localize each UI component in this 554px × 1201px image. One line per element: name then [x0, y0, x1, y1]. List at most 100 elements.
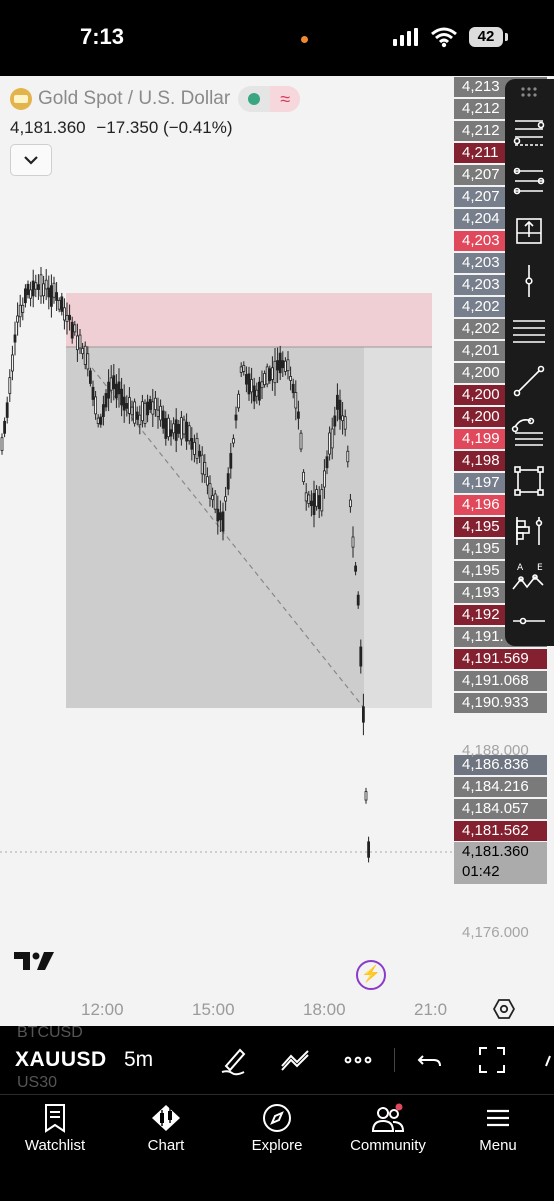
candle-body [21, 304, 25, 313]
candle-body [57, 299, 61, 310]
rectangle-tool[interactable] [509, 461, 549, 501]
tab-explore[interactable]: Explore [227, 1103, 327, 1154]
candle-body [309, 500, 313, 507]
chart-area[interactable]: Gold Spot / U.S. Dollar ≈ 4,181.360 −17.… [0, 76, 554, 1026]
candle-body [312, 493, 316, 515]
candle-body [354, 565, 358, 572]
privacy-indicator-dot [301, 36, 308, 43]
collapse-legend-button[interactable] [10, 144, 52, 176]
candle-body [127, 397, 131, 414]
candle-body [187, 425, 191, 442]
tab-community[interactable]: Community [338, 1103, 438, 1154]
time-label-15: 15:00 [192, 1000, 235, 1019]
symbol-header[interactable]: Gold Spot / U.S. Dollar ≈ [10, 86, 301, 112]
candle-body [299, 432, 303, 450]
candle-body [78, 334, 82, 349]
parallel-channel-tool[interactable] [509, 311, 549, 351]
candle-body [268, 368, 272, 382]
status-bar: 7:13 42 [0, 0, 554, 76]
price-chart[interactable] [0, 76, 452, 1026]
candle-body [117, 381, 121, 395]
candle-body [76, 335, 79, 351]
parallel-channel-icon [513, 320, 545, 343]
candle-body [13, 334, 17, 343]
tab-label-chart: Chart [147, 1137, 185, 1154]
pitchfork-tool[interactable] [509, 411, 549, 451]
candle-body [47, 287, 51, 298]
candle-body [320, 489, 324, 512]
symbol-scroll-next[interactable]: US30 [17, 1074, 57, 1092]
fullscreen-icon[interactable] [476, 1044, 508, 1076]
undo-icon[interactable] [414, 1044, 446, 1076]
svg-text:A: A [517, 563, 524, 573]
tab-watchlist[interactable]: Watchlist [5, 1103, 105, 1154]
fib-channel-tool[interactable] [509, 161, 549, 201]
candle-body [125, 403, 129, 409]
tab-menu[interactable]: Menu [448, 1103, 548, 1154]
symbol-name[interactable]: Gold Spot / U.S. Dollar [38, 88, 230, 110]
bar-countdown: 01:42 [462, 863, 500, 880]
redo-icon[interactable] [538, 1044, 554, 1076]
candle-body [226, 473, 230, 490]
market-status-pill[interactable]: ≈ [238, 86, 301, 112]
candle-body [255, 389, 259, 397]
candle-body [213, 493, 217, 510]
symbol-scroll-prev[interactable]: BTCUSD [17, 1024, 83, 1042]
candle-body [34, 282, 38, 290]
candle-body [211, 495, 215, 501]
volume-profile-tool[interactable] [509, 511, 549, 551]
indicators-icon[interactable] [279, 1044, 311, 1076]
horizontal-ray-tool[interactable] [509, 601, 549, 641]
tab-chart[interactable]: Chart [116, 1103, 216, 1154]
community-people-icon [371, 1103, 405, 1132]
candle-body [29, 289, 33, 299]
candle-body [50, 285, 53, 307]
fib-channel-icon [513, 167, 545, 195]
vertical-line-tool[interactable] [509, 261, 549, 301]
interval-button[interactable]: 5m [124, 1048, 153, 1072]
candle-body [224, 496, 228, 502]
svg-text:E: E [537, 563, 543, 573]
symbol-button[interactable]: XAUUSD [15, 1048, 107, 1072]
vertical-line-icon [525, 265, 533, 297]
chart-settings-icon[interactable] [493, 998, 515, 1020]
long-position-tool[interactable] [509, 211, 549, 251]
drag-handle-icon[interactable] [509, 85, 549, 99]
candle-body [0, 437, 4, 451]
candle-body [195, 438, 199, 459]
candle-body [203, 462, 207, 476]
candle-body [140, 401, 144, 422]
candle-body [265, 366, 269, 385]
candle-body [302, 471, 306, 483]
candle-body [260, 381, 264, 389]
elliott-wave-tool[interactable]: AE [509, 559, 549, 599]
candle-body [185, 421, 189, 442]
candle-body [322, 470, 326, 488]
price-axis-label: 4,184.057 [454, 799, 547, 819]
fib-retracement-tool[interactable] [509, 111, 549, 151]
candle-body [325, 456, 329, 469]
menu-hamburger-icon [487, 1109, 509, 1127]
candle-body [99, 416, 103, 425]
trend-line-tool[interactable] [509, 361, 549, 401]
candle-body [359, 646, 363, 667]
more-options-icon[interactable] [342, 1044, 374, 1076]
candle-body [8, 377, 12, 394]
candle-body [346, 450, 350, 463]
price-change-percent: (−0.41%) [163, 118, 233, 137]
status-time: 7:13 [80, 24, 125, 49]
fib-retracement-icon [513, 120, 545, 146]
candle-body [133, 401, 137, 424]
data-delay-icon: ≈ [270, 86, 301, 112]
candle-body [247, 373, 251, 395]
candle-body [338, 399, 342, 420]
price-axis-label: 4,191.569 [454, 649, 547, 669]
drawing-pen-icon[interactable] [218, 1044, 250, 1076]
candle-body [23, 288, 27, 304]
flash-icon[interactable]: ⚡ [356, 960, 386, 990]
time-label-18: 18:00 [303, 1000, 346, 1019]
gold-bars-icon [10, 88, 32, 110]
candle-body [146, 401, 150, 416]
candle-body [26, 283, 30, 296]
candle-body [361, 706, 365, 723]
